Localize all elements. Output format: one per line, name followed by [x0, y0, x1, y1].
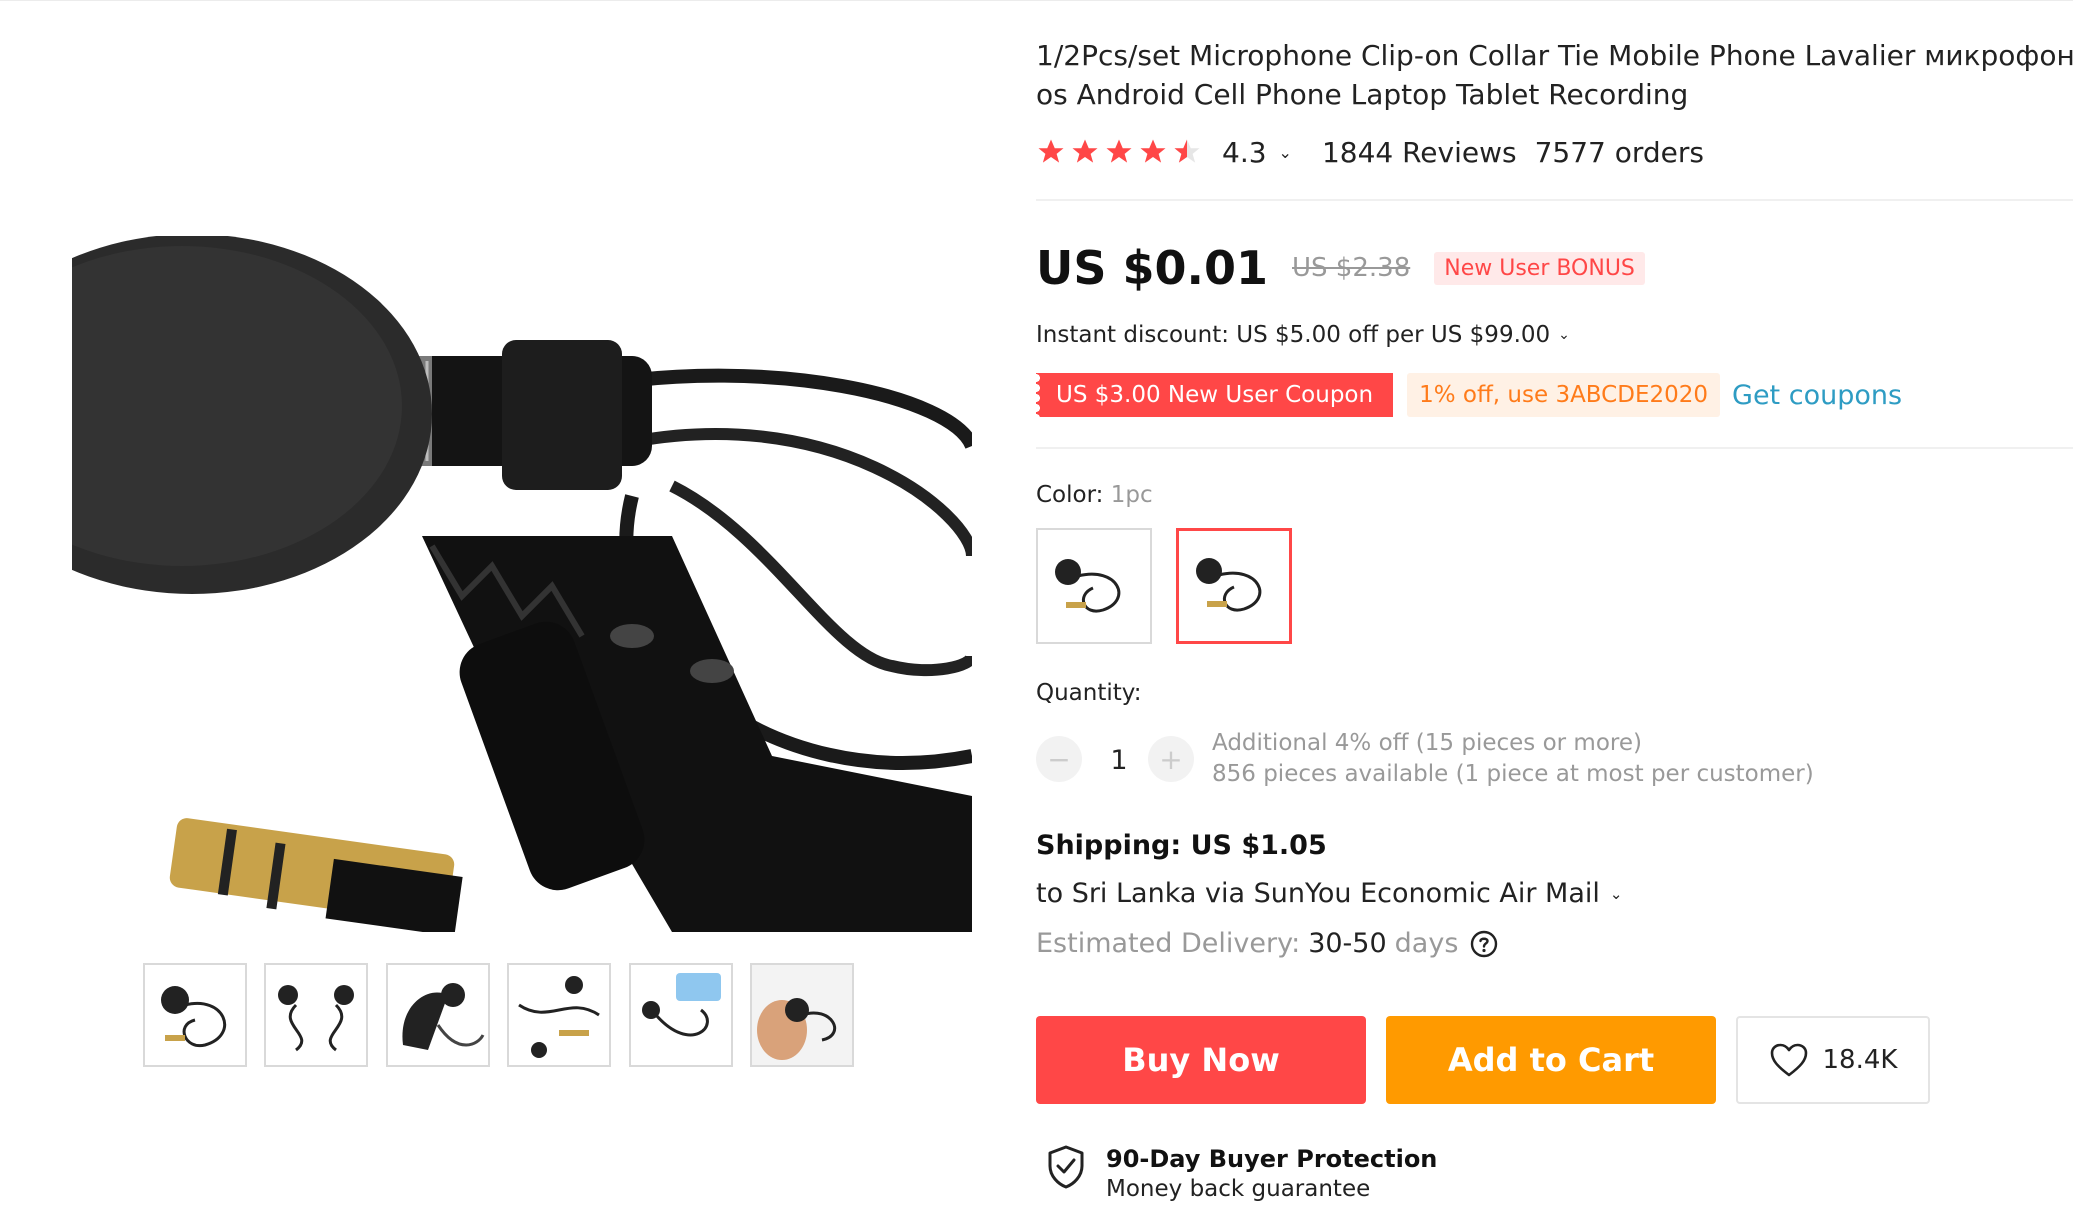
- chevron-down-icon: ⌄: [1558, 327, 1570, 343]
- chevron-down-icon: ⌄: [1609, 884, 1623, 903]
- color-label: Color: 1pc: [1036, 482, 1153, 508]
- shipping-destination[interactable]: to Sri Lanka via SunYou Economic Air Mai…: [1036, 878, 1622, 909]
- instant-discount[interactable]: Instant discount: US $5.00 off per US $9…: [1036, 322, 1570, 348]
- star-icon: [1072, 139, 1098, 163]
- coupon-row: US $3.00 New User Coupon 1% off, use 3AB…: [1036, 372, 1902, 418]
- price-row: US $0.01 US $2.38 New User BONUS: [1036, 238, 1645, 298]
- bulk-discount-note: Additional 4% off (15 pieces or more): [1212, 730, 1642, 756]
- shield-check-icon: [1048, 1145, 1084, 1189]
- quantity-label: Quantity:: [1036, 680, 1142, 706]
- quantity-input[interactable]: [1090, 736, 1148, 784]
- buyer-protection: 90-Day Buyer Protection Money back guara…: [1046, 1144, 1437, 1204]
- main-product-image[interactable]: [72, 236, 972, 932]
- product-title-line-1: 1/2Pcs/set Microphone Clip-on Collar Tie…: [1036, 39, 2073, 72]
- original-price: US $2.38: [1292, 253, 1411, 283]
- color-option-2-selected[interactable]: [1176, 528, 1292, 644]
- product-title: 1/2Pcs/set Microphone Clip-on Collar Tie…: [1036, 36, 2073, 114]
- buy-now-button[interactable]: Buy Now: [1036, 1016, 1366, 1104]
- orders-count: 7577 orders: [1534, 135, 1705, 169]
- wishlist-count: 18.4K: [1822, 1045, 1898, 1075]
- thumbnail-5[interactable]: [629, 963, 733, 1067]
- quantity-increase-button[interactable]: +: [1148, 736, 1194, 782]
- quantity-note: Additional 4% off (15 pieces or more) 85…: [1212, 728, 1814, 790]
- new-user-badge: New User BONUS: [1434, 251, 1645, 285]
- delivery-days: 30-50: [1308, 928, 1387, 959]
- shipping-destination-text: to Sri Lanka via SunYou Economic Air Mai…: [1036, 878, 1600, 909]
- color-option-1[interactable]: [1036, 528, 1152, 644]
- protection-subtitle: Money back guarantee: [1106, 1176, 1371, 1202]
- shipping-title: Shipping: US $1.05: [1036, 830, 1327, 861]
- rating-row: 4.3 ⌄ 1844 Reviews 7577 orders: [1036, 130, 1704, 174]
- stock-note: 856 pieces available (1 piece at most pe…: [1212, 761, 1814, 787]
- estimated-delivery: Estimated Delivery: 30-50 days: [1036, 928, 1498, 959]
- thumbnail-6[interactable]: [750, 963, 854, 1067]
- divider: [1036, 199, 2073, 201]
- thumbnail-strip: [143, 963, 903, 1071]
- thumbnail-1[interactable]: [143, 963, 247, 1067]
- chevron-down-icon[interactable]: ⌄: [1279, 143, 1292, 162]
- protection-title: 90-Day Buyer Protection: [1106, 1145, 1438, 1173]
- reviews-link[interactable]: 1844 Reviews: [1322, 136, 1517, 169]
- quantity-decrease-button[interactable]: −: [1036, 736, 1082, 782]
- star-icon: [1106, 139, 1132, 163]
- color-selected-value: 1pc: [1110, 482, 1153, 508]
- star-icon: [1140, 139, 1166, 163]
- get-coupons-link[interactable]: Get coupons: [1732, 380, 1902, 411]
- top-divider: [0, 0, 2073, 1]
- help-icon[interactable]: [1470, 930, 1498, 958]
- new-user-coupon[interactable]: US $3.00 New User Coupon: [1036, 373, 1394, 417]
- code-coupon[interactable]: 1% off, use 3ABCDE2020: [1407, 373, 1721, 417]
- thumbnail-3[interactable]: [386, 963, 490, 1067]
- current-price: US $0.01: [1036, 241, 1268, 295]
- rating-value[interactable]: 4.3: [1222, 136, 1267, 169]
- heart-icon: [1770, 1043, 1807, 1077]
- divider: [1036, 447, 2073, 449]
- star-icon: [1038, 139, 1064, 163]
- delivery-unit: days: [1394, 928, 1459, 959]
- instant-discount-text: Instant discount: US $5.00 off per US $9…: [1036, 322, 1551, 348]
- delivery-label: Estimated Delivery:: [1036, 928, 1301, 959]
- wishlist-button[interactable]: 18.4K: [1736, 1016, 1930, 1104]
- thumbnail-4[interactable]: [507, 963, 611, 1067]
- color-label-text: Color:: [1036, 482, 1104, 508]
- product-title-line-2: os Android Cell Phone Laptop Tablet Reco…: [1036, 78, 1689, 111]
- thumbnail-2[interactable]: [264, 963, 368, 1067]
- rating-stars: [1036, 137, 1202, 167]
- add-to-cart-button[interactable]: Add to Cart: [1386, 1016, 1716, 1104]
- star-half-icon: [1174, 139, 1200, 163]
